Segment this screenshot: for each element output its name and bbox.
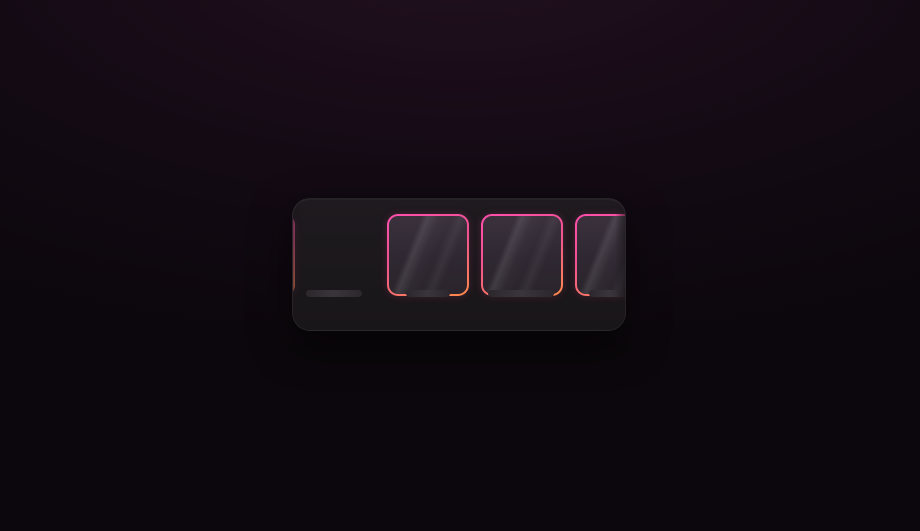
tile-thumbnail[interactable] — [389, 216, 467, 294]
tile-border — [575, 214, 625, 296]
carousel-panel[interactable] — [292, 198, 626, 331]
tile-glare — [483, 216, 561, 294]
tile-border — [292, 214, 295, 296]
carousel-track[interactable] — [293, 199, 625, 330]
item-label-placeholder — [406, 290, 450, 297]
item-label-placeholder — [488, 290, 554, 297]
tile-thumbnail[interactable] — [577, 216, 625, 294]
carousel-item[interactable] — [481, 214, 563, 296]
tile-border — [387, 214, 469, 296]
tile-border — [481, 214, 563, 296]
tile-glare — [389, 216, 467, 294]
item-label-placeholder — [589, 290, 625, 297]
carousel-item[interactable] — [575, 214, 625, 296]
tile-glare — [577, 216, 625, 294]
tile-glare — [292, 216, 293, 294]
tile-thumbnail[interactable] — [292, 216, 293, 294]
carousel-item[interactable] — [292, 214, 295, 296]
carousel-item[interactable] — [387, 214, 469, 296]
item-label-placeholder — [306, 290, 362, 297]
tile-thumbnail[interactable] — [483, 216, 561, 294]
